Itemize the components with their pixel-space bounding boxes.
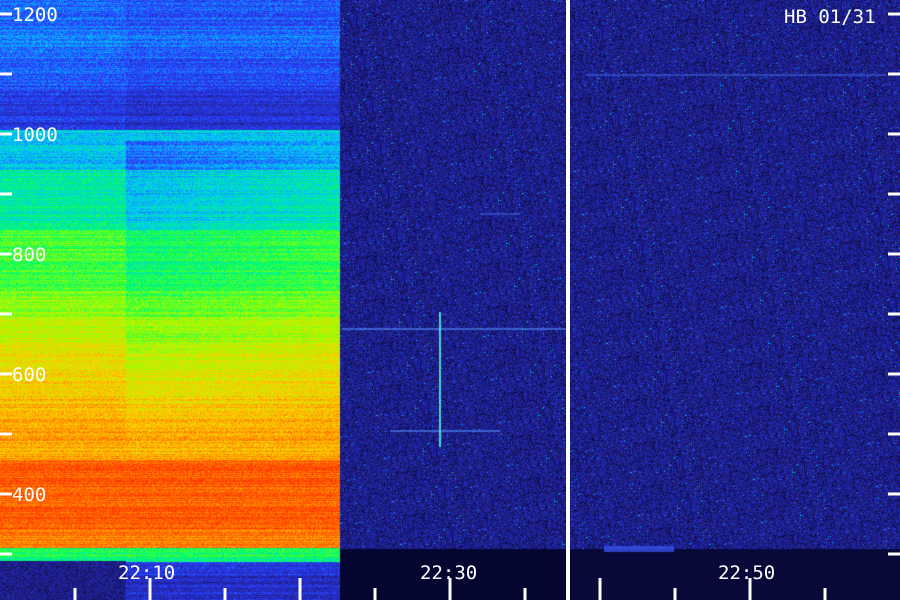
spectrogram-heatmap bbox=[0, 0, 900, 600]
